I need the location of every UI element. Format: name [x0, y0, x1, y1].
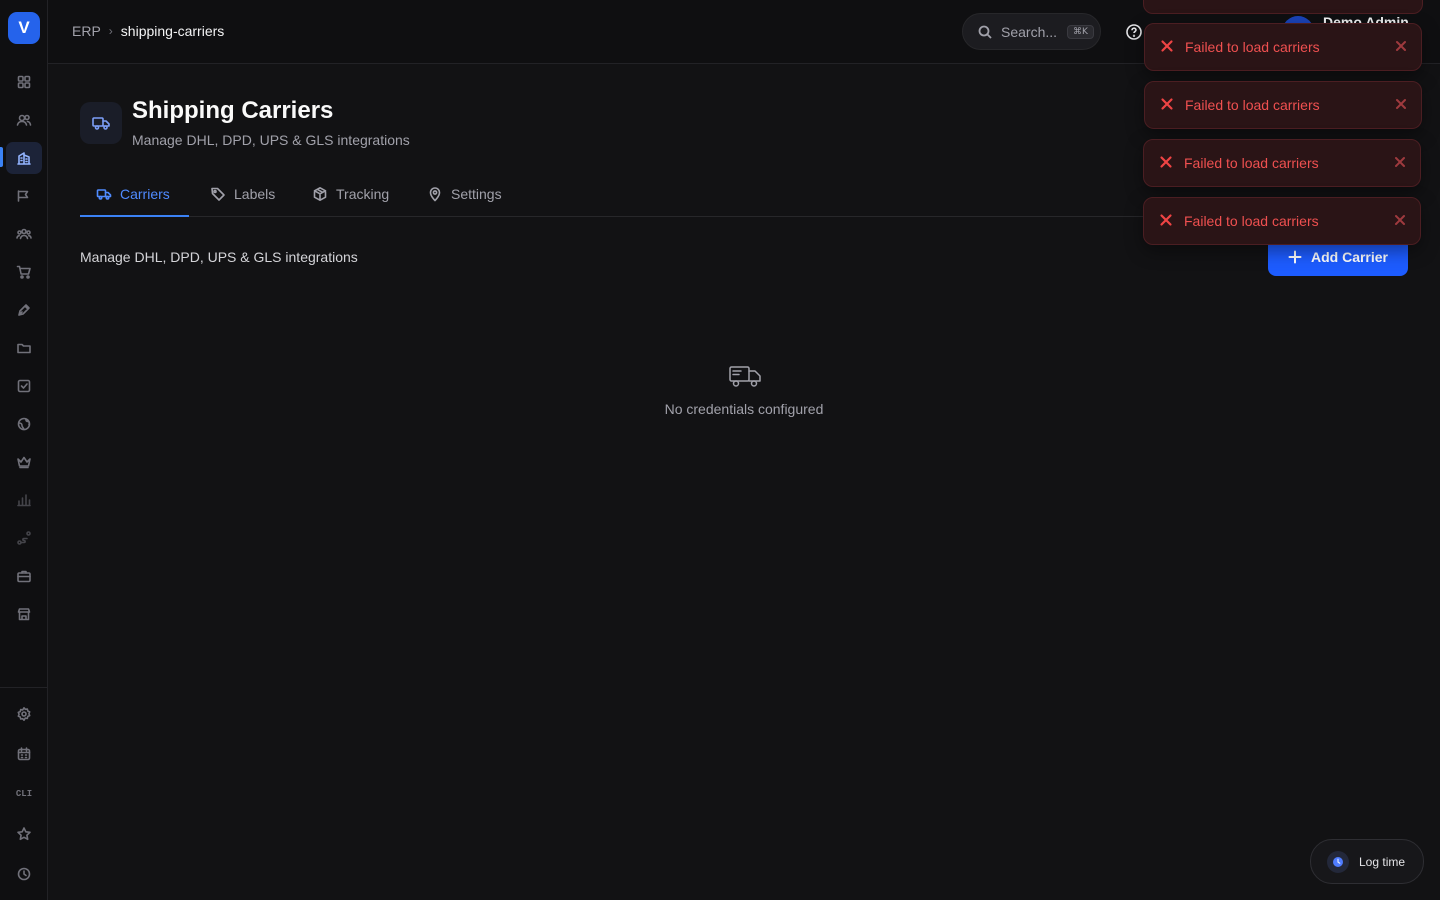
- page-title: Shipping Carriers: [132, 97, 334, 124]
- toast-message: Failed to load carriers: [1184, 213, 1319, 229]
- add-carrier-label: Add Carrier: [1310, 249, 1389, 265]
- clock-icon: [1327, 850, 1349, 873]
- log-time-button[interactable]: Log time: [1310, 839, 1424, 884]
- tab-active-underline: [80, 215, 189, 217]
- checklist-icon[interactable]: [6, 370, 42, 402]
- sidebar-active-indicator: [0, 147, 3, 167]
- search-label: Search...: [1001, 23, 1058, 40]
- megaphone-icon[interactable]: [6, 180, 42, 212]
- team-icon[interactable]: [6, 218, 42, 250]
- settings-icon[interactable]: [6, 698, 42, 730]
- calendar-icon[interactable]: [6, 738, 42, 770]
- building-icon[interactable]: [6, 142, 42, 174]
- pen-icon[interactable]: [6, 294, 42, 326]
- help-icon[interactable]: [1125, 23, 1143, 41]
- users-icon[interactable]: [6, 104, 42, 136]
- folder-icon[interactable]: [6, 332, 42, 364]
- truck-icon: [728, 362, 762, 390]
- cart-icon[interactable]: [6, 256, 42, 288]
- app-root: V CLI ERP › shipping-carriers Search... …: [0, 0, 1440, 900]
- truck-icon: [80, 102, 122, 144]
- tab-carriers[interactable]: Carriers: [80, 172, 189, 217]
- breadcrumb: ERP › shipping-carriers: [72, 23, 224, 39]
- package-icon: [313, 187, 327, 201]
- error-icon: [1158, 212, 1174, 231]
- clock-icon[interactable]: [6, 858, 42, 890]
- toast-notification: Failed to load carriers: [1144, 23, 1422, 71]
- briefcase-icon[interactable]: [6, 560, 42, 592]
- toast-message: Failed to load carriers: [1185, 39, 1320, 55]
- tab-tracking[interactable]: Tracking: [296, 172, 405, 216]
- tab-label: Settings: [451, 186, 502, 202]
- tab-labels[interactable]: Labels: [194, 172, 291, 216]
- star-icon[interactable]: [6, 818, 42, 850]
- search-shortcut: ⌘K: [1067, 24, 1094, 39]
- error-icon: [1159, 38, 1175, 57]
- dashboard-icon[interactable]: [6, 66, 42, 98]
- sidebar: V CLI: [0, 0, 48, 900]
- route-icon[interactable]: [6, 522, 42, 554]
- toast-notification: [1143, 0, 1423, 14]
- section-description: Manage DHL, DPD, UPS & GLS integrations: [80, 249, 358, 265]
- close-icon[interactable]: [1395, 97, 1407, 113]
- map-pin-icon: [429, 187, 441, 202]
- chevron-right-icon: ›: [108, 24, 113, 38]
- toast-message: Failed to load carriers: [1184, 155, 1319, 171]
- log-time-label: Log time: [1359, 854, 1406, 869]
- sidebar-divider: [0, 687, 48, 688]
- toast-notification: Failed to load carriers: [1143, 139, 1421, 187]
- crown-icon[interactable]: [6, 446, 42, 478]
- close-icon[interactable]: [1395, 39, 1407, 55]
- cli-button[interactable]: CLI: [6, 778, 42, 810]
- search-icon: [978, 25, 992, 39]
- bar-chart-icon[interactable]: [6, 484, 42, 516]
- store-icon[interactable]: [6, 598, 42, 630]
- plus-icon: [1288, 250, 1302, 264]
- breadcrumb-current: shipping-carriers: [120, 23, 225, 39]
- tab-settings[interactable]: Settings: [411, 172, 518, 216]
- truck-icon: [96, 189, 112, 200]
- search-button[interactable]: Search... ⌘K: [962, 13, 1101, 50]
- close-icon[interactable]: [1394, 213, 1406, 229]
- tab-bar: Carriers Labels Tracking Settings: [80, 172, 1160, 217]
- breadcrumb-root[interactable]: ERP: [72, 23, 101, 39]
- tab-label: Tracking: [336, 186, 390, 202]
- empty-state-text: No credentials configured: [664, 401, 824, 417]
- tag-icon: [211, 187, 225, 201]
- tab-label: Carriers: [120, 186, 170, 202]
- tab-label: Labels: [234, 186, 276, 202]
- error-icon: [1158, 154, 1174, 173]
- app-logo[interactable]: V: [8, 12, 40, 44]
- close-icon[interactable]: [1394, 155, 1406, 171]
- toast-notification: Failed to load carriers: [1143, 197, 1421, 245]
- toast-message: Failed to load carriers: [1185, 97, 1320, 113]
- page-subtitle: Manage DHL, DPD, UPS & GLS integrations: [132, 132, 410, 148]
- error-icon: [1159, 96, 1175, 115]
- toast-notification: Failed to load carriers: [1144, 81, 1422, 129]
